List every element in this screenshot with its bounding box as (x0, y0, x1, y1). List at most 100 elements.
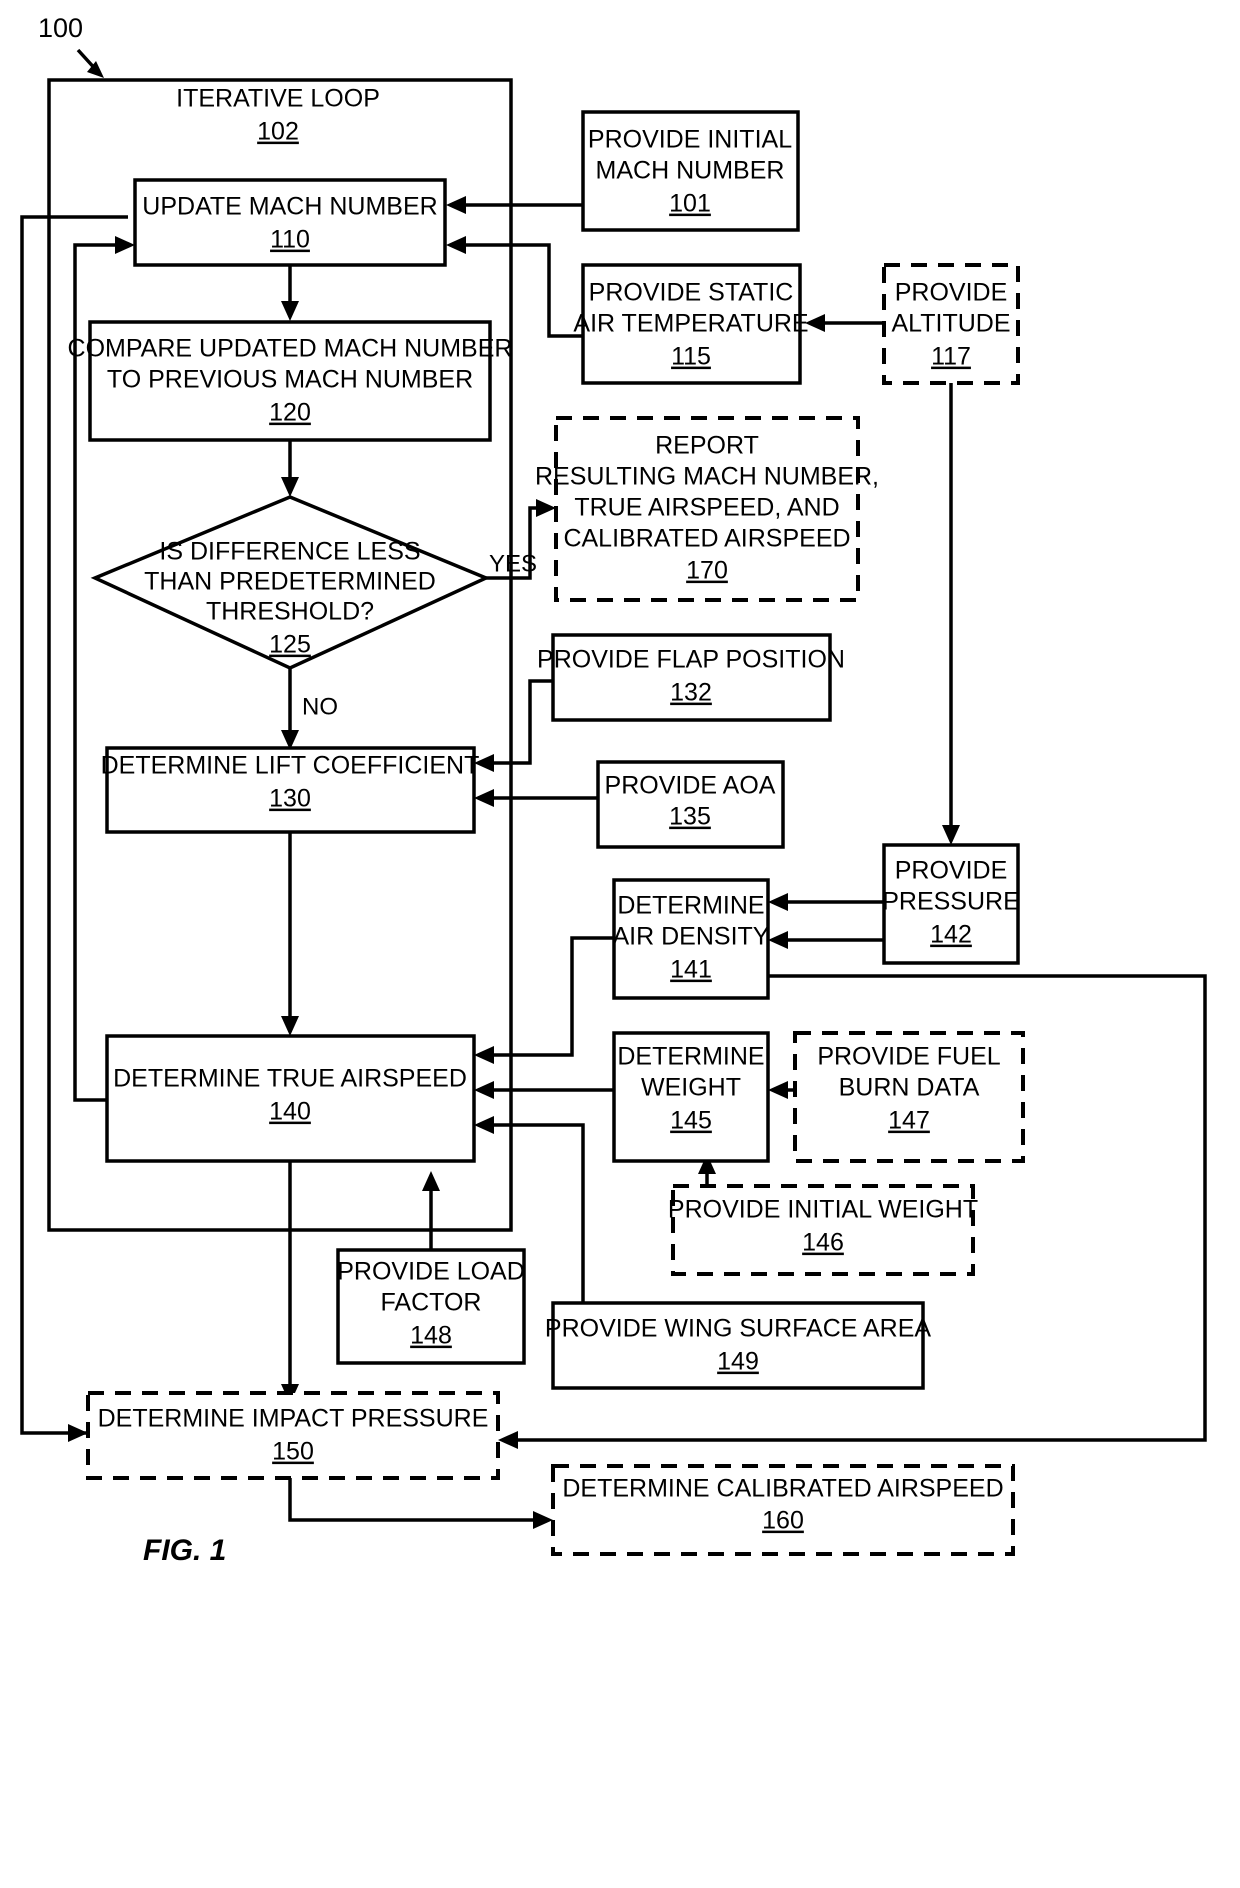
edge-decision-yes-arrowhead (536, 499, 556, 517)
node-provide-static-air-temperature-line-1: PROVIDE STATIC (589, 279, 794, 307)
iterative-loop-title: ITERATIVE LOOP (176, 85, 380, 113)
figure-callout: 100 (38, 13, 104, 78)
node-provide-fuel-burn-data[interactable]: PROVIDE FUEL BURN DATA 147 (793, 1031, 1025, 1163)
node-provide-aoa-ref: 135 (669, 803, 711, 831)
node-provide-wing-surface-area[interactable]: PROVIDE WING SURFACE AREA 149 (545, 1301, 932, 1390)
node-provide-fuel-burn-data-line-1: PROVIDE FUEL (817, 1043, 1000, 1071)
edge-altitude-to-pressure-arrowhead (942, 825, 960, 845)
node-report-results-ref: 170 (686, 557, 728, 585)
node-determine-air-density-ref: 141 (670, 956, 712, 984)
node-decision-threshold[interactable]: IS DIFFERENCE LESS THAN PREDETERMINED TH… (90, 495, 491, 670)
node-report-results-line-2: RESULTING MACH NUMBER, (535, 463, 879, 491)
node-provide-flap-position[interactable]: PROVIDE FLAP POSITION 132 (537, 633, 845, 722)
node-provide-load-factor-line-2: FACTOR (381, 1289, 482, 1317)
node-determine-air-density-line-2: AIR DENSITY (613, 923, 770, 951)
edge-lift-coefficient-to-true-airspeed-arrowhead (281, 1016, 299, 1036)
node-provide-altitude-ref: 117 (931, 343, 971, 371)
edge-fuel-burn-arrowhead (768, 1081, 788, 1099)
node-determine-true-airspeed[interactable]: DETERMINE TRUE AIRSPEED 140 (105, 1034, 476, 1163)
node-determine-weight-line-1: DETERMINE (617, 1043, 764, 1071)
node-provide-initial-mach-number[interactable]: PROVIDE INITIAL MACH NUMBER 101 (581, 110, 800, 232)
node-determine-calibrated-airspeed-line-1: DETERMINE CALIBRATED AIRSPEED (562, 1475, 1003, 1503)
node-provide-static-air-temperature-line-2: AIR TEMPERATURE (573, 310, 808, 338)
node-compare-mach-number-ref: 120 (269, 399, 311, 427)
node-determine-true-airspeed-line-1: DETERMINE TRUE AIRSPEED (113, 1065, 467, 1093)
node-provide-wing-surface-area-line-1: PROVIDE WING SURFACE AREA (545, 1315, 932, 1343)
node-report-results[interactable]: REPORT RESULTING MACH NUMBER, TRUE AIRSP… (535, 416, 879, 602)
node-determine-lift-coefficient-line-1: DETERMINE LIFT COEFFICIENT (101, 752, 480, 780)
node-determine-weight-line-2: WEIGHT (641, 1074, 741, 1102)
node-update-mach-number[interactable]: UPDATE MACH NUMBER 110 (133, 178, 447, 267)
node-provide-initial-mach-number-line-1: PROVIDE INITIAL (588, 126, 792, 154)
node-report-results-line-3: TRUE AIRSPEED, AND (574, 494, 839, 522)
node-provide-aoa-line-1: PROVIDE AOA (605, 772, 776, 800)
node-provide-pressure-line-2: PRESSURE (882, 888, 1020, 916)
node-determine-air-density[interactable]: DETERMINE AIR DENSITY 141 (612, 878, 770, 1000)
iterative-loop-ref: 102 (257, 118, 299, 146)
figure-label: FIG. 1 (143, 1534, 226, 1567)
edge-update-mach-to-compare-arrowhead (281, 301, 299, 321)
node-provide-wing-surface-area-ref: 149 (717, 1348, 759, 1376)
node-determine-calibrated-airspeed[interactable]: DETERMINE CALIBRATED AIRSPEED 160 (551, 1464, 1015, 1556)
node-provide-static-air-temperature[interactable]: PROVIDE STATIC AIR TEMPERATURE 115 (573, 263, 809, 385)
node-determine-lift-coefficient-ref: 130 (269, 785, 311, 813)
node-compare-mach-number[interactable]: COMPARE UPDATED MACH NUMBER TO PREVIOUS … (68, 320, 513, 442)
node-provide-flap-position-ref: 132 (670, 679, 712, 707)
edge-compare-to-decision-arrowhead (281, 477, 299, 497)
edge-pressure-to-air-density-1-arrowhead (768, 893, 788, 911)
edge-pressure-to-air-density-2-arrowhead (768, 931, 788, 949)
node-determine-lift-coefficient[interactable]: DETERMINE LIFT COEFFICIENT 130 (101, 746, 480, 834)
node-determine-calibrated-airspeed-ref: 160 (762, 1507, 804, 1535)
node-report-results-line-1: REPORT (655, 432, 759, 460)
node-provide-pressure[interactable]: PROVIDE PRESSURE 142 (882, 843, 1020, 965)
edge-load-factor-arrowhead (422, 1171, 440, 1191)
node-provide-initial-mach-number-ref: 101 (669, 190, 711, 218)
edge-air-density-to-impact-pressure-arrowhead (498, 1431, 518, 1449)
edge-true-airspeed-feedback-arrowhead (115, 236, 135, 254)
node-determine-weight-ref: 145 (670, 1107, 712, 1135)
flowchart-figure: 100 ITERATIVE LOOP 102 UPDATE MACH NUMBE… (0, 0, 1240, 1888)
figure-callout-number: 100 (38, 13, 83, 43)
node-provide-altitude-line-1: PROVIDE (895, 279, 1008, 307)
edge-impact-pressure-feedback-arrowhead (68, 1424, 88, 1442)
edge-impact-pressure-to-calibrated-airspeed (288, 1478, 543, 1522)
node-report-results-line-4: CALIBRATED AIRSPEED (563, 525, 850, 553)
node-decision-threshold-line-1: IS DIFFERENCE LESS (159, 538, 420, 566)
node-update-mach-number-ref: 110 (270, 226, 310, 254)
node-determine-impact-pressure-ref: 150 (272, 1438, 314, 1466)
node-provide-fuel-burn-data-line-2: BURN DATA (839, 1074, 980, 1102)
node-provide-altitude-line-2: ALTITUDE (892, 310, 1011, 338)
flowchart-canvas: 100 ITERATIVE LOOP 102 UPDATE MACH NUMBE… (20, 13, 1207, 1567)
node-provide-initial-weight[interactable]: PROVIDE INITIAL WEIGHT 146 (668, 1184, 978, 1276)
edge-air-density-to-true-airspeed-arrowhead (474, 1046, 494, 1064)
edge-wing-surface-area-arrowhead (474, 1116, 494, 1134)
node-provide-load-factor[interactable]: PROVIDE LOAD FACTOR 148 (336, 1248, 526, 1365)
node-determine-impact-pressure-line-1: DETERMINE IMPACT PRESSURE (98, 1405, 489, 1433)
edge-aoa-arrowhead (474, 789, 494, 807)
edge-flap-position-to-lift-coefficient (481, 679, 553, 765)
node-provide-initial-weight-line-1: PROVIDE INITIAL WEIGHT (668, 1196, 978, 1224)
node-provide-initial-weight-ref: 146 (802, 1229, 844, 1257)
edge-initial-mach-arrowhead (446, 196, 466, 214)
node-provide-load-factor-ref: 148 (410, 1322, 452, 1350)
node-provide-pressure-line-1: PROVIDE (895, 857, 1008, 885)
node-provide-pressure-ref: 142 (930, 921, 972, 949)
node-compare-mach-number-line-2: TO PREVIOUS MACH NUMBER (107, 366, 473, 394)
node-provide-flap-position-line-1: PROVIDE FLAP POSITION (537, 646, 845, 674)
node-determine-impact-pressure[interactable]: DETERMINE IMPACT PRESSURE 150 (86, 1391, 500, 1480)
node-provide-altitude[interactable]: PROVIDE ALTITUDE 117 (882, 263, 1020, 385)
edge-label-yes: YES (489, 550, 537, 577)
node-determine-weight[interactable]: DETERMINE WEIGHT 145 (612, 1031, 770, 1163)
node-determine-air-density-line-1: DETERMINE (617, 892, 764, 920)
node-provide-load-factor-line-1: PROVIDE LOAD (337, 1258, 525, 1286)
edge-static-air-temp-arrowhead (446, 236, 466, 254)
node-decision-threshold-line-2: THAN PREDETERMINED (144, 568, 436, 596)
edge-impact-pressure-to-calibrated-airspeed-arrowhead (533, 1511, 553, 1529)
node-decision-threshold-ref: 125 (269, 631, 311, 659)
node-decision-threshold-line-3: THRESHOLD? (206, 598, 374, 626)
node-provide-fuel-burn-data-ref: 147 (888, 1107, 930, 1135)
node-provide-aoa[interactable]: PROVIDE AOA 135 (596, 760, 785, 849)
edge-label-no: NO (302, 693, 338, 720)
node-update-mach-number-line-1: UPDATE MACH NUMBER (142, 193, 437, 221)
node-provide-static-air-temperature-ref: 115 (671, 343, 711, 371)
